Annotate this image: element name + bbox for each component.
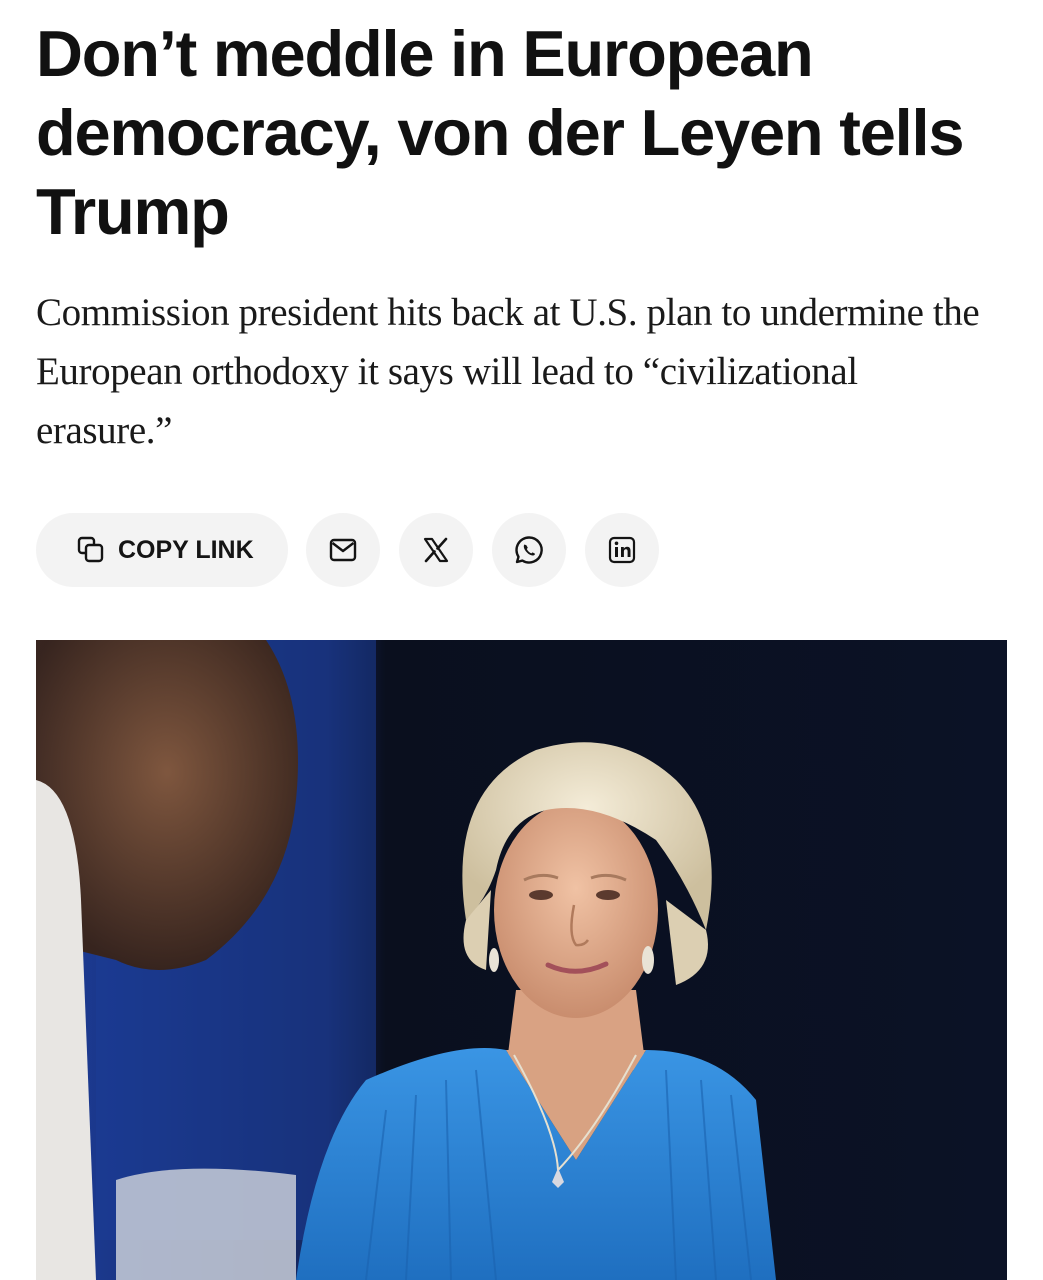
- headline: Don’t meddle in European democracy, von …: [36, 17, 965, 248]
- whatsapp-icon: [513, 534, 545, 566]
- copy-icon: [76, 535, 106, 565]
- copy-link-button[interactable]: COPY LINK: [36, 513, 288, 587]
- lead-photo-illustration: [36, 640, 1007, 1280]
- mail-icon: [328, 535, 358, 565]
- email-share-button[interactable]: [306, 513, 380, 587]
- lead-image: [36, 640, 1007, 1280]
- whatsapp-share-button[interactable]: [492, 513, 566, 587]
- x-share-button[interactable]: [399, 513, 473, 587]
- linkedin-share-button[interactable]: [585, 513, 659, 587]
- copy-link-label: COPY LINK: [118, 535, 254, 564]
- share-bar: COPY LINK: [36, 513, 678, 587]
- article-dek: Commission president hits back at U.S. p…: [36, 291, 980, 452]
- linkedin-icon: [607, 535, 637, 565]
- x-icon: [421, 535, 451, 565]
